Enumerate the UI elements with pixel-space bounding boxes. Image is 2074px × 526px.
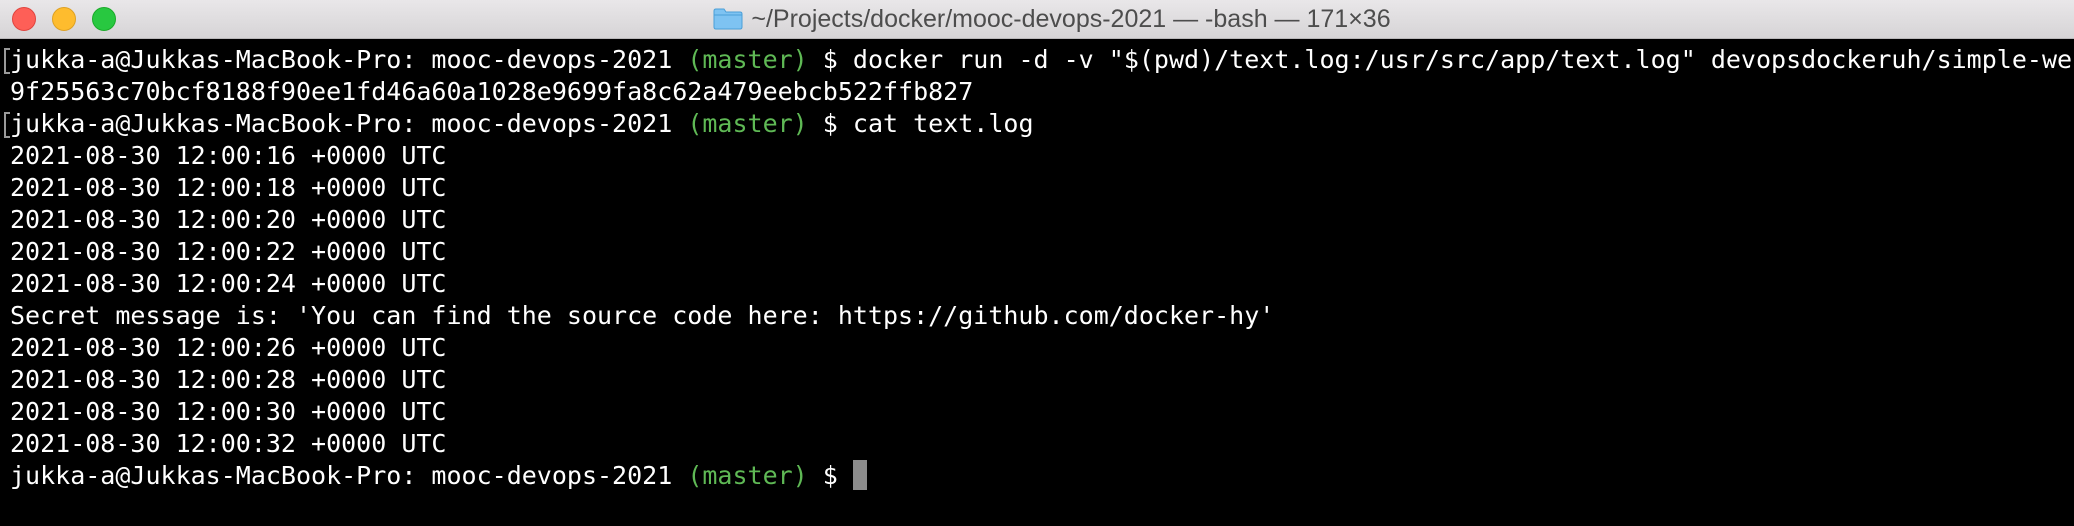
command-text: cat text.log [852, 109, 1034, 138]
log-line: 2021-08-30 12:00:18 +0000 UTC [10, 173, 447, 202]
log-line: 2021-08-30 12:00:26 +0000 UTC [10, 333, 447, 362]
prompt-branch: (master) [687, 45, 808, 74]
prompt-line: jukka-a@Jukkas-MacBook-Pro: mooc-devops-… [10, 460, 2074, 492]
prompt-symbol: $ [807, 45, 853, 74]
log-line: 2021-08-30 12:00:30 +0000 UTC [10, 397, 447, 426]
prompt-symbol: $ [807, 109, 853, 138]
line-mark [4, 112, 10, 138]
log-line: 2021-08-30 12:00:32 +0000 UTC [10, 429, 447, 458]
prompt-line: jukka-a@Jukkas-MacBook-Pro: mooc-devops-… [4, 108, 2074, 140]
line-mark [4, 48, 10, 74]
terminal-window: ~/Projects/docker/mooc-devops-2021 — -ba… [0, 0, 2074, 526]
window-title: ~/Projects/docker/mooc-devops-2021 — -ba… [751, 4, 1391, 33]
prompt-branch: (master) [687, 109, 808, 138]
title-container: ~/Projects/docker/mooc-devops-2021 — -ba… [0, 0, 2074, 38]
title-bar[interactable]: ~/Projects/docker/mooc-devops-2021 — -ba… [0, 0, 2074, 39]
terminal-output[interactable]: jukka-a@Jukkas-MacBook-Pro: mooc-devops-… [0, 39, 2074, 526]
log-line: 2021-08-30 12:00:28 +0000 UTC [10, 365, 447, 394]
command-text: docker run -d -v "$(pwd)/text.log:/usr/s… [852, 45, 2074, 74]
log-line: 2021-08-30 12:00:24 +0000 UTC [10, 269, 447, 298]
prompt-user: jukka-a@Jukkas-MacBook-Pro: mooc-devops-… [10, 45, 688, 74]
log-line: 2021-08-30 12:00:16 +0000 UTC [10, 141, 447, 170]
prompt-user: jukka-a@Jukkas-MacBook-Pro: mooc-devops-… [10, 461, 688, 490]
folder-icon [713, 8, 743, 30]
prompt-line: jukka-a@Jukkas-MacBook-Pro: mooc-devops-… [4, 44, 2074, 76]
prompt-user: jukka-a@Jukkas-MacBook-Pro: mooc-devops-… [10, 109, 688, 138]
output-line: 9f25563c70bcf8188f90ee1fd46a60a1028e9699… [10, 77, 974, 106]
text-cursor[interactable] [852, 460, 867, 490]
prompt-branch: (master) [687, 461, 808, 490]
log-line: 2021-08-30 12:00:20 +0000 UTC [10, 205, 447, 234]
log-line: Secret message is: 'You can find the sou… [10, 301, 1275, 330]
prompt-symbol: $ [807, 461, 853, 490]
log-line: 2021-08-30 12:00:22 +0000 UTC [10, 237, 447, 266]
